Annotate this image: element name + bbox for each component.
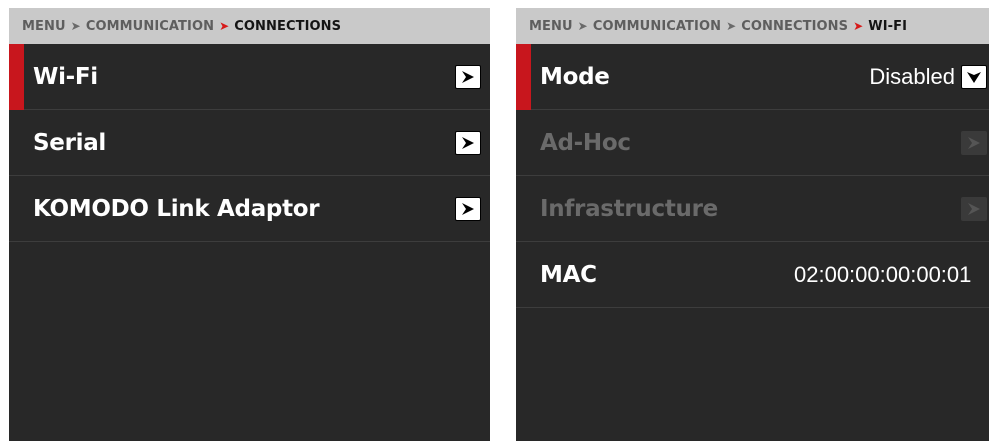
adhoc-row: Ad-Hoc <box>516 110 989 176</box>
breadcrumb-separator-icon: ➤ <box>70 19 81 33</box>
breadcrumb-separator-icon: ➤ <box>726 19 737 33</box>
breadcrumb-separator-icon: ➤ <box>577 19 588 33</box>
breadcrumb-separator-icon: ➤ <box>219 19 230 33</box>
chevron-right-icon[interactable] <box>455 131 481 155</box>
selection-indicator <box>516 44 531 110</box>
infrastructure-label: Infrastructure <box>540 196 718 222</box>
selection-indicator <box>9 44 24 110</box>
menu-item-wifi[interactable]: Wi-Fi <box>9 44 490 110</box>
mac-label: MAC <box>540 262 597 288</box>
breadcrumb-connections[interactable]: CONNECTIONS <box>741 19 848 34</box>
breadcrumb-separator-icon: ➤ <box>853 19 864 33</box>
chevron-down-icon[interactable] <box>961 65 987 89</box>
mode-label: Mode <box>540 64 610 90</box>
mac-value: 02:00:00:00:00:01 <box>794 262 972 287</box>
chevron-right-icon[interactable] <box>455 65 481 89</box>
menu-item-label: KOMODO Link Adaptor <box>33 196 320 222</box>
breadcrumb: MENU ➤ COMMUNICATION ➤ CONNECTIONS ➤ WI-… <box>516 8 989 44</box>
chevron-right-icon[interactable] <box>455 197 481 221</box>
breadcrumb-communication[interactable]: COMMUNICATION <box>86 19 214 34</box>
chevron-right-icon <box>961 197 987 221</box>
mode-row[interactable]: Mode Disabled <box>516 44 989 110</box>
breadcrumb: MENU ➤ COMMUNICATION ➤ CONNECTIONS <box>9 8 490 44</box>
breadcrumb-communication[interactable]: COMMUNICATION <box>593 19 721 34</box>
menu-item-label: Wi-Fi <box>33 64 98 90</box>
menu-item-label: Serial <box>33 130 106 156</box>
breadcrumb-menu[interactable]: MENU <box>22 19 66 34</box>
infrastructure-row: Infrastructure <box>516 176 989 242</box>
breadcrumb-current: WI-FI <box>868 18 908 34</box>
menu-item-komodo-link-adaptor[interactable]: KOMODO Link Adaptor <box>9 176 490 242</box>
mode-value[interactable]: Disabled <box>869 44 955 110</box>
breadcrumb-menu[interactable]: MENU <box>529 19 573 34</box>
wifi-panel: MENU ➤ COMMUNICATION ➤ CONNECTIONS ➤ WI-… <box>516 8 989 441</box>
adhoc-label: Ad-Hoc <box>540 130 631 156</box>
breadcrumb-current: CONNECTIONS <box>234 18 342 34</box>
chevron-right-icon <box>961 131 987 155</box>
mac-row: MAC 02:00:00:00:00:01 <box>516 242 989 308</box>
connections-panel: MENU ➤ COMMUNICATION ➤ CONNECTIONS Wi-Fi… <box>9 8 490 441</box>
menu-item-serial[interactable]: Serial <box>9 110 490 176</box>
